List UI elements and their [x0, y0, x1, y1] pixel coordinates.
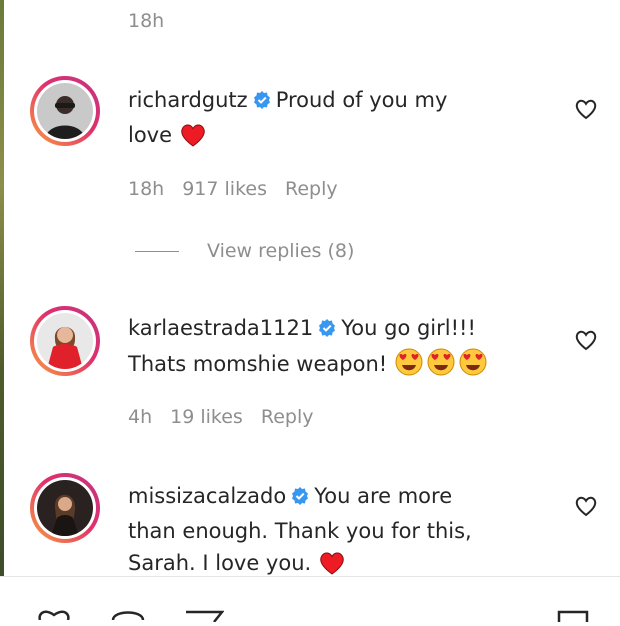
- like-post-icon[interactable]: [36, 605, 72, 624]
- comment-body: You are more: [314, 484, 453, 508]
- comment-body-continued: Sarah. I love you.: [128, 551, 312, 575]
- reply-button[interactable]: Reply: [261, 406, 314, 428]
- avatar-ring[interactable]: [30, 76, 100, 146]
- avatar-ring[interactable]: [30, 473, 100, 543]
- view-replies-label: View replies (8): [207, 240, 355, 262]
- heart-eyes-emoji-icon: [426, 347, 456, 386]
- like-heart-icon[interactable]: [574, 495, 598, 521]
- heart-eyes-emoji-icon: [458, 347, 488, 386]
- comment-text: missizacalzado You are more than enough. …: [128, 480, 548, 585]
- avatar: [37, 313, 93, 369]
- heart-emoji-icon: [179, 122, 207, 157]
- share-icon[interactable]: [184, 607, 225, 626]
- comment-body-continued: Thats momshie weapon!: [128, 352, 388, 376]
- avatar: [37, 83, 93, 139]
- divider: [135, 251, 179, 252]
- reply-button[interactable]: Reply: [285, 178, 338, 200]
- comment-meta: 18h 917 likes Reply: [128, 178, 356, 200]
- like-count[interactable]: 19 likes: [170, 406, 243, 428]
- heart-eyes-emoji-icon: [394, 347, 424, 386]
- comment-timestamp: 18h: [128, 10, 165, 32]
- comment-icon[interactable]: [110, 605, 146, 624]
- username[interactable]: missizacalzado: [128, 484, 286, 508]
- avatar: [37, 480, 93, 536]
- comment-body: You go girl!!!: [341, 316, 476, 340]
- view-replies-button[interactable]: View replies (8): [135, 240, 354, 262]
- background-strip: [0, 0, 4, 616]
- comment-text: karlaestrada1121 You go girl!!! Thats mom…: [128, 312, 548, 386]
- comment-body-continued: love: [128, 123, 173, 147]
- like-heart-icon[interactable]: [574, 98, 598, 124]
- comment-body-continued: than enough. Thank you for this,: [128, 519, 472, 543]
- username[interactable]: richardgutz: [128, 88, 248, 112]
- comment-text: richardgutz Proud of you my love: [128, 84, 548, 157]
- verified-icon: [252, 87, 272, 119]
- username[interactable]: karlaestrada1121: [128, 316, 313, 340]
- like-count[interactable]: 917 likes: [182, 178, 267, 200]
- verified-icon: [290, 483, 310, 515]
- comment-time: 18h: [128, 178, 165, 200]
- bookmark-icon[interactable]: [556, 607, 590, 626]
- comment-meta: 4h 19 likes Reply: [128, 406, 331, 428]
- comment-time: 4h: [128, 406, 153, 428]
- verified-icon: [317, 315, 337, 347]
- like-heart-icon[interactable]: [574, 329, 598, 355]
- avatar-ring[interactable]: [30, 306, 100, 376]
- comment-body: Proud of you my: [275, 88, 448, 112]
- post-action-bar: [0, 576, 620, 623]
